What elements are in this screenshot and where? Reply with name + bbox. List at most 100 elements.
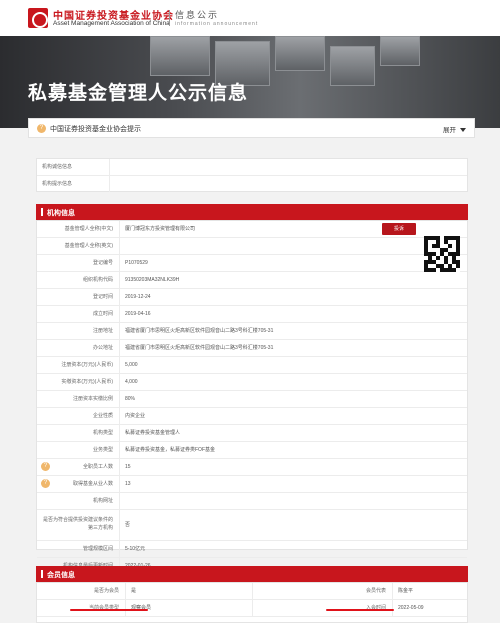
member-info-header: 会员信息 <box>36 566 468 582</box>
row-label: 登记编号 <box>92 260 113 266</box>
org-info-row: 取得基金从业人数? 13 <box>37 476 467 493</box>
row-label: 注册地址 <box>92 328 113 334</box>
row-value <box>109 159 467 175</box>
org-info-row: 基金管理人全称(英文) <box>37 238 467 255</box>
row-value: 福建省厦门市思明区火炬高新区软件园观音山二路3号科汇楼705-31 <box>119 340 467 356</box>
row-value <box>119 493 467 509</box>
row-value: 福建省厦门市思明区火炬高新区软件园观音山二路3号科汇楼705-31 <box>119 323 467 339</box>
banner-cabinet-decor <box>275 36 325 71</box>
row-value: 私募证券投资基金管理人 <box>119 425 467 441</box>
org-info-row: 机构网址 <box>37 493 467 510</box>
expand-toggle[interactable]: 展开 <box>443 124 466 134</box>
org-info-row: 组织机构代码 91350203MA32NLK39H <box>37 272 467 289</box>
member-row: 是否为会员 是 会员代表 陈金平 <box>37 583 467 600</box>
row-label: 基金管理人全称(英文) <box>64 243 113 249</box>
integrity-panel: 机构诚信信息 机构提示信息 <box>36 158 468 192</box>
notice-text: 中国证券投资基金业协会提示 <box>50 126 141 133</box>
question-icon: ? <box>37 124 46 133</box>
org-info-row: 机构类型 私募证券投资基金管理人 <box>37 425 467 442</box>
qr-code-pattern <box>424 236 460 272</box>
row-label: 是否为符合提供投资建议条件的第三方机构 <box>42 517 113 531</box>
row-label: 实缴资本(万元)(人民币) <box>61 379 113 385</box>
qr-code <box>424 236 460 272</box>
org-info-row: 基金管理人全称(中文) 厦门博冠东方投资管理有限公司 投诉 <box>37 221 467 238</box>
section-name-en: information announcement <box>175 21 259 27</box>
row-value: 内资企业 <box>119 408 467 424</box>
row-label: 办公地址 <box>92 345 113 351</box>
help-icon[interactable]: ? <box>41 479 50 488</box>
integrity-row: 机构提示信息 <box>37 176 467 193</box>
notice-bar[interactable]: ? 中国证券投资基金业协会提示 展开 <box>28 118 475 138</box>
org-info-panel: 基金管理人全称(中文) 厦门博冠东方投资管理有限公司 投诉基金管理人全称(英文) 登记… <box>36 220 468 575</box>
banner-cabinet-decor <box>330 46 375 86</box>
org-info-row: 成立时间 2019-04-16 <box>37 306 467 323</box>
org-info-row: 登记时间 2019-12-24 <box>37 289 467 306</box>
row-value <box>119 238 467 254</box>
header-divider <box>169 10 170 26</box>
row-value: 80% <box>119 391 467 407</box>
row-label: 会员代表 <box>252 583 392 599</box>
site-header: 中国证券投资基金业协会 Asset Management Association… <box>0 0 500 36</box>
caret-down-icon <box>460 128 466 133</box>
org-info-row: 注册资本(万元)(人民币) 5,000 <box>37 357 467 374</box>
banner-cabinet-decor <box>150 36 210 76</box>
row-label: 注册资本实缴比例 <box>72 396 113 402</box>
org-info-row: 注册地址 福建省厦门市思明区火炬高新区软件园观音山二路3号科汇楼705-31 <box>37 323 467 340</box>
row-label: 登记时间 <box>92 294 113 300</box>
page-banner: 私募基金管理人公示信息 <box>0 36 500 128</box>
org-info-row: 全职员工人数? 15 <box>37 459 467 476</box>
row-label: 入会时间 <box>252 600 392 616</box>
amac-logo-icon[interactable] <box>28 8 48 28</box>
row-label: 基金管理人全称(中文) <box>64 226 113 232</box>
org-info-row: 管理规模区间 5-10亿元 <box>37 541 467 558</box>
header-accent-bar <box>41 570 43 578</box>
section-title: 机构信息 <box>47 210 75 217</box>
row-value: 13 <box>119 476 467 492</box>
row-value: 91350203MA32NLK39H <box>119 272 467 288</box>
row-value: 2022-05-09 <box>392 600 467 616</box>
row-label: 管理规模区间 <box>82 546 113 552</box>
org-info-row: 业务类型 私募证券投资基金，私募证券类FOF基金 <box>37 442 467 459</box>
row-label: 当前会员类型 <box>88 605 119 611</box>
org-info-row: 登记编号 P1070529 <box>37 255 467 272</box>
integrity-row: 机构诚信信息 <box>37 159 467 176</box>
page-title: 私募基金管理人公示信息 <box>28 83 249 104</box>
row-value: 观察会员 <box>125 600 252 616</box>
row-label: 机构提示信息 <box>42 181 73 187</box>
org-info-header: 机构信息 <box>36 204 468 220</box>
row-value: 15 <box>119 459 467 475</box>
row-value: 陈金平 <box>392 583 467 599</box>
row-label: 业务类型 <box>92 447 113 453</box>
row-label: 成立时间 <box>92 311 113 317</box>
org-info-row: 企业性质 内资企业 <box>37 408 467 425</box>
help-icon[interactable]: ? <box>41 462 50 471</box>
row-value: 2019-12-24 <box>119 289 467 305</box>
row-label: 注册资本(万元)(人民币) <box>61 362 113 368</box>
org-info-row: 注册资本实缴比例 80% <box>37 391 467 408</box>
org-info-row: 办公地址 福建省厦门市思明区火炬高新区软件园观音山二路3号科汇楼705-31 <box>37 340 467 357</box>
highlight-underline <box>326 609 394 611</box>
row-label: 机构网址 <box>92 498 113 504</box>
row-value: P1070529 <box>119 255 467 271</box>
highlight-underline <box>70 609 148 611</box>
row-value <box>109 176 467 192</box>
qr-module <box>456 268 460 272</box>
row-value: 私募证券投资基金，私募证券类FOF基金 <box>119 442 467 458</box>
banner-cabinet-decor <box>380 36 420 66</box>
org-name-en: Asset Management Association of China <box>53 20 170 27</box>
section-name-cn: 信息公示 <box>175 10 220 20</box>
row-label: 是否为会员 <box>93 588 119 594</box>
org-info-row: 实缴资本(万元)(人民币) 4,000 <box>37 374 467 391</box>
row-label: 组织机构代码 <box>82 277 113 283</box>
row-label: 企业性质 <box>92 413 113 419</box>
org-info-row: 是否为符合提供投资建议条件的第三方机构否 <box>37 510 467 541</box>
expand-label: 展开 <box>443 127 456 134</box>
header-accent-bar <box>41 208 43 216</box>
row-value: 5-10亿元 <box>119 541 467 557</box>
row-value: 是 <box>125 583 252 599</box>
row-value: 否 <box>119 510 467 540</box>
member-info-panel: 是否为会员 是 会员代表 陈金平 当前会员类型 观察会员 入会时间 2022-0… <box>36 582 468 623</box>
report-button[interactable]: 投诉 <box>382 223 416 235</box>
row-value: 5,000 <box>119 357 467 373</box>
row-label: 机构诚信信息 <box>42 164 73 170</box>
